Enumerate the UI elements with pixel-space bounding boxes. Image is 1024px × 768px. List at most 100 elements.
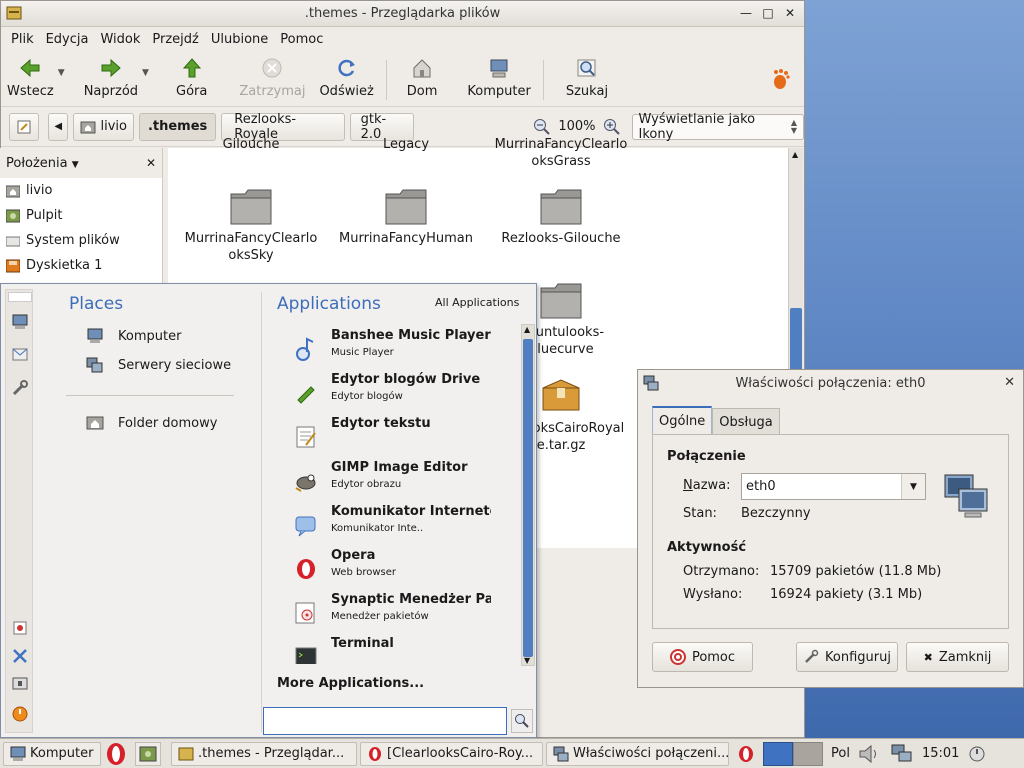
scrollbar-thumb[interactable] <box>523 339 533 657</box>
menu-przejdz[interactable]: Przejdź <box>146 32 204 47</box>
chevron-down-icon[interactable]: ▼ <box>901 474 925 499</box>
back-history-dropdown[interactable]: ▼ <box>58 68 70 78</box>
back-arrow-icon <box>18 56 42 80</box>
configure-button[interactable]: Konfiguruj <box>796 642 898 672</box>
scroll-down-icon[interactable]: ▼ <box>524 656 530 665</box>
place-komputer[interactable]: Komputer <box>86 328 181 344</box>
menu-search-button[interactable] <box>511 709 533 733</box>
stop-button[interactable]: Zatrzymaj <box>235 56 309 99</box>
menu-plik[interactable]: Plik <box>5 32 40 47</box>
up-button[interactable]: Góra <box>172 56 211 99</box>
zoom-level[interactable]: 100% <box>558 119 595 134</box>
sent-label: Wysłano: <box>683 587 743 602</box>
sidebar-item-filesystem[interactable]: System plików <box>0 228 162 253</box>
up-arrow-icon <box>180 56 204 80</box>
tab-general[interactable]: Ogólne <box>652 406 713 435</box>
reload-button[interactable]: Odśwież <box>315 56 377 99</box>
clock[interactable]: 15:01 <box>922 746 959 761</box>
sidebar-type-select[interactable]: Położenia ▼ <box>6 156 79 171</box>
connection-name-combo[interactable]: eth0 ▼ <box>741 473 926 500</box>
sidebar-item-pulpit[interactable]: Pulpit <box>0 203 162 228</box>
app-terminal[interactable]: Terminal <box>291 632 519 664</box>
path-button-livio[interactable]: livio <box>73 112 134 141</box>
sidebar-item-livio[interactable]: livio <box>0 178 162 203</box>
menu-search-input[interactable] <box>263 707 507 735</box>
minimize-button[interactable]: — <box>738 5 754 21</box>
menu-column-separator <box>261 292 262 732</box>
app-install-icon[interactable] <box>10 618 30 638</box>
network-status-icon[interactable] <box>890 742 914 766</box>
lock-screen-icon[interactable] <box>10 674 30 694</box>
keyboard-layout-indicator[interactable]: Pol <box>831 746 850 761</box>
all-applications-link[interactable]: All Applications <box>435 296 519 309</box>
app-opera[interactable]: Opera Web browser <box>291 544 519 588</box>
mail-icon[interactable] <box>10 344 30 364</box>
workspace-switcher[interactable] <box>763 741 823 766</box>
taskbar-window-opera[interactable]: [ClearlooksCairo-Roy... <box>360 741 543 766</box>
menu-widok[interactable]: Widok <box>94 32 146 47</box>
sidebar-close-button[interactable]: ✕ <box>146 156 156 170</box>
toolbar: Wstecz ▼ Naprzód ▼ Góra Zatrzymaj Odświe… <box>1 51 804 107</box>
opera-launcher-icon[interactable] <box>103 741 129 767</box>
search-icon <box>514 713 530 729</box>
home-folder-icon <box>6 184 20 198</box>
shutdown-icon[interactable] <box>967 744 987 764</box>
place-home-folder[interactable]: Folder domowy <box>86 415 217 431</box>
opera-tray-icon[interactable] <box>735 743 757 765</box>
sidebar-item-floppy[interactable]: Dyskietka 1 <box>0 253 162 278</box>
close-icon: ✖ <box>923 650 933 664</box>
file-item[interactable]: Gilouche <box>176 136 326 153</box>
settings-tools-icon[interactable] <box>10 646 30 666</box>
application-list-scrollbar[interactable]: ▲ ▼ <box>521 324 535 666</box>
back-button[interactable]: Wstecz <box>1 56 58 99</box>
pencil-icon <box>17 120 31 134</box>
file-item[interactable]: Rezlooks-Gilouche <box>486 186 636 247</box>
close-dialog-button[interactable]: ✖ Zamknij <box>906 642 1009 672</box>
stop-icon <box>260 56 284 80</box>
maximize-button[interactable]: □ <box>760 5 776 21</box>
workspace-2[interactable] <box>793 741 823 766</box>
search-button[interactable]: Szukaj <box>562 56 612 99</box>
zoom-out-icon[interactable] <box>533 118 551 136</box>
view-mode-select[interactable]: Wyświetlanie jako Ikony ▲ ▼ <box>631 112 805 142</box>
computer-button[interactable]: Komputer <box>463 56 534 99</box>
more-applications-button[interactable]: More Applications... <box>277 676 424 691</box>
forward-button[interactable]: Naprzód <box>80 56 142 99</box>
close-button[interactable]: ✕ <box>782 5 798 21</box>
scroll-up-icon[interactable]: ▲ <box>524 325 530 334</box>
start-menu-button[interactable]: Komputer <box>3 741 101 766</box>
menu-edycja[interactable]: Edycja <box>40 32 95 47</box>
file-item[interactable]: MurrinaFancyHuman <box>331 186 481 247</box>
taskbar-window-file-manager[interactable]: .themes - Przeglądar... <box>171 741 357 766</box>
app-banshee[interactable]: Banshee Music Player Music Player <box>291 324 519 368</box>
app-instant-messenger[interactable]: Komunikator InternetowyKomunikator Inte.… <box>291 500 519 544</box>
toolbar-separator <box>385 60 387 100</box>
toggle-location-entry-button[interactable] <box>9 112 39 141</box>
zoom-in-icon[interactable] <box>603 118 621 136</box>
path-scroll-left[interactable]: ◀ <box>48 112 69 141</box>
app-blog-editor[interactable]: Edytor blogów Drive Edytor blogów <box>291 368 519 412</box>
home-button[interactable]: Dom <box>403 56 442 99</box>
dialog-close-button[interactable]: ✕ <box>1004 375 1015 390</box>
computer-icon[interactable] <box>10 312 30 332</box>
taskbar-window-connection-dialog[interactable]: Właściwości połączeni... <box>546 741 729 766</box>
forward-history-dropdown[interactable]: ▼ <box>142 68 154 78</box>
tools-icon[interactable] <box>10 378 30 398</box>
file-item[interactable]: MurrinaFancyClearlo oksSky <box>176 186 326 264</box>
logout-power-icon[interactable] <box>10 704 30 724</box>
menu-ulubione[interactable]: Ulubione <box>205 32 274 47</box>
network-server-icon <box>86 357 104 373</box>
app-text-editor[interactable]: Edytor tekstu <box>291 412 519 456</box>
app-synaptic[interactable]: Synaptic Menedżer PakietówMenedżer pakie… <box>291 588 519 632</box>
file-item[interactable]: Legacy <box>331 136 481 153</box>
workspace-1[interactable] <box>763 741 793 766</box>
show-desktop-icon[interactable] <box>135 741 161 766</box>
scroll-up-icon[interactable]: ▲ <box>792 150 798 159</box>
tab-support[interactable]: Obsługa <box>712 408 780 435</box>
app-gimp[interactable]: GIMP Image Editor Edytor obrazu <box>291 456 519 500</box>
menu-pomoc[interactable]: Pomoc <box>274 32 329 47</box>
volume-speaker-icon[interactable] <box>856 742 882 766</box>
place-network-servers[interactable]: Serwery sieciowe <box>86 357 231 373</box>
file-item[interactable]: MurrinaFancyClearlo oksGrass <box>486 136 636 170</box>
help-button[interactable]: Pomoc <box>652 642 753 672</box>
